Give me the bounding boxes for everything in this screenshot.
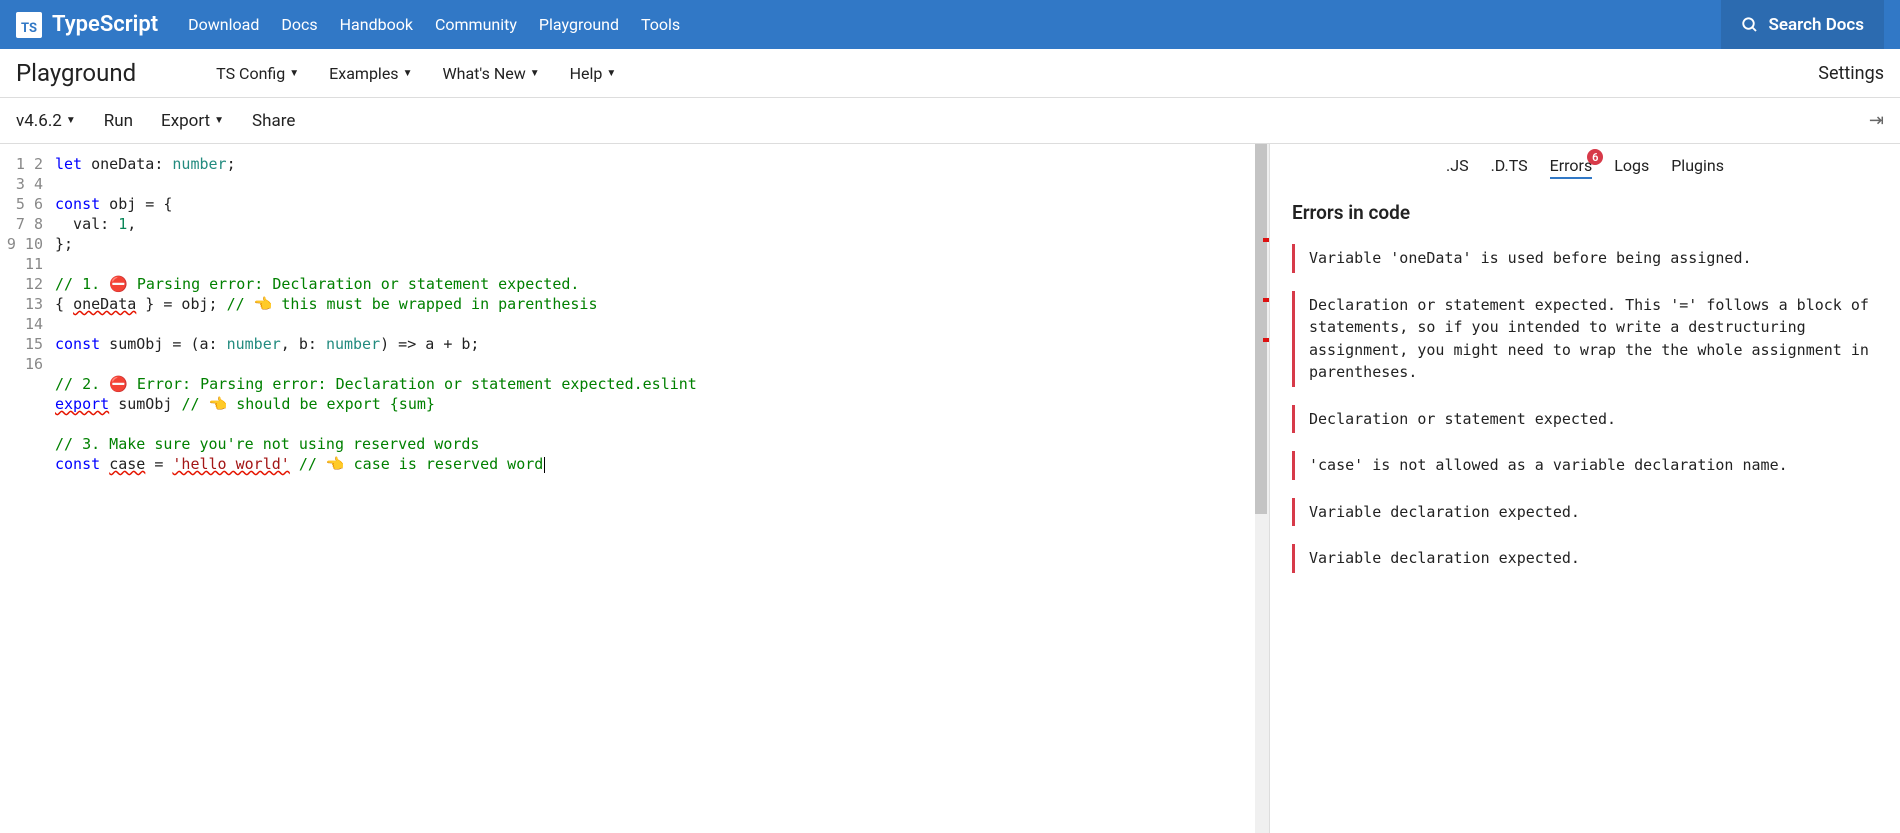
nav-docs[interactable]: Docs [281,15,317,34]
chevron-down-icon: ▼ [530,68,540,79]
error-item[interactable]: Variable declaration expected. [1292,544,1878,573]
help-dropdown[interactable]: Help▼ [570,64,617,83]
error-marker [1263,298,1269,302]
chevron-down-icon: ▼ [66,115,76,126]
nav-handbook[interactable]: Handbook [340,15,413,34]
error-item[interactable]: 'case' is not allowed as a variable decl… [1292,451,1878,480]
chevron-down-icon: ▼ [606,68,616,79]
version-dropdown[interactable]: v4.6.2▼ [16,111,76,131]
error-marker [1263,338,1269,342]
tab-plugins[interactable]: Plugins [1671,156,1724,179]
goto-end-icon[interactable]: ⇥ [1869,110,1884,131]
nav-community[interactable]: Community [435,15,517,34]
error-item[interactable]: Variable 'oneData' is used before being … [1292,244,1878,273]
output-tabs: .JS .D.TS Errors 6 Logs Plugins [1270,144,1900,187]
nav-links: Download Docs Handbook Community Playgro… [188,15,680,34]
subnav-items: TS Config▼ Examples▼ What's New▼ Help▼ [216,64,616,83]
error-count-badge: 6 [1587,149,1603,165]
scrollbar-thumb[interactable] [1255,144,1267,514]
output-pane: .JS .D.TS Errors 6 Logs Plugins Errors i… [1270,144,1900,833]
logo[interactable]: TS TypeScript [16,12,158,38]
tab-dts[interactable]: .D.TS [1491,156,1528,179]
line-gutter: 1 2 3 4 5 6 7 8 9 10 11 12 13 14 15 16 [0,144,55,833]
search-label: Search Docs [1769,15,1865,35]
tab-errors-label: Errors [1550,156,1593,175]
chevron-down-icon: ▼ [289,68,299,79]
page-title: Playground [16,59,136,87]
export-dropdown[interactable]: Export▼ [161,111,224,131]
logo-text: TypeScript [52,12,158,37]
chevron-down-icon: ▼ [214,115,224,126]
search-icon [1741,16,1759,34]
tab-errors[interactable]: Errors 6 [1550,156,1593,179]
nav-download[interactable]: Download [188,15,259,34]
chevron-down-icon: ▼ [403,68,413,79]
search-button[interactable]: Search Docs [1721,0,1885,49]
logo-icon: TS [16,12,42,38]
error-item[interactable]: Variable declaration expected. [1292,498,1878,527]
code-editor[interactable]: let oneData: number; const obj = { val: … [55,144,1255,833]
editor-pane: 1 2 3 4 5 6 7 8 9 10 11 12 13 14 15 16 l… [0,144,1270,833]
subnav: Playground TS Config▼ Examples▼ What's N… [0,49,1900,98]
tsconfig-dropdown[interactable]: TS Config▼ [216,64,299,83]
nav-playground[interactable]: Playground [539,15,619,34]
toolbar: v4.6.2▼ Run Export▼ Share ⇥ [0,98,1900,144]
workspace: 1 2 3 4 5 6 7 8 9 10 11 12 13 14 15 16 l… [0,144,1900,833]
tab-logs[interactable]: Logs [1614,156,1649,179]
whatsnew-dropdown[interactable]: What's New▼ [442,64,539,83]
error-item[interactable]: Declaration or statement expected. This … [1292,291,1878,387]
error-marker [1263,238,1269,242]
errors-title: Errors in code [1292,201,1878,224]
nav-tools[interactable]: Tools [641,15,680,34]
tab-js[interactable]: .JS [1446,156,1469,179]
share-button[interactable]: Share [252,111,295,131]
error-item[interactable]: Declaration or statement expected. [1292,405,1878,434]
top-nav: TS TypeScript Download Docs Handbook Com… [0,0,1900,49]
run-button[interactable]: Run [104,111,133,131]
examples-dropdown[interactable]: Examples▼ [329,64,412,83]
scrollbar-track[interactable] [1255,144,1269,833]
errors-body: Errors in code Variable 'oneData' is use… [1270,187,1900,605]
settings-link[interactable]: Settings [1818,63,1884,84]
